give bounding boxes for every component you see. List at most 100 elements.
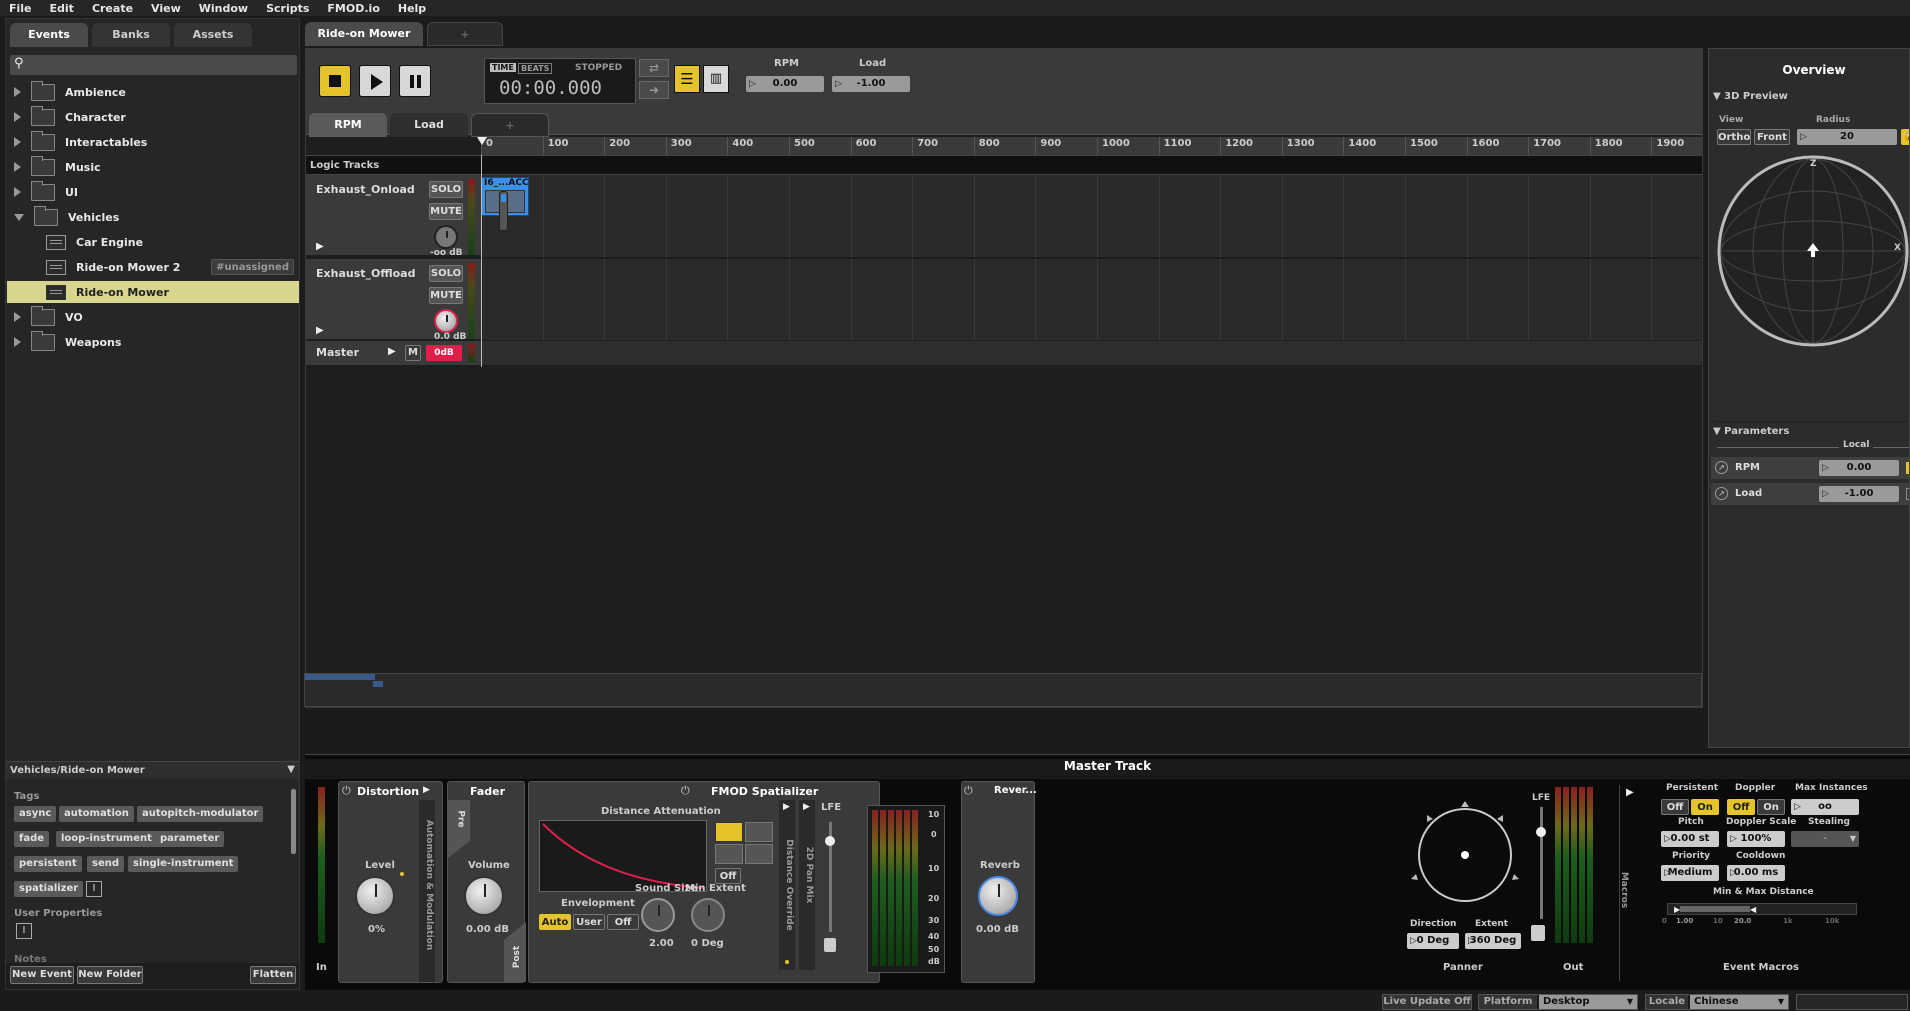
expand-icon[interactable]: [14, 312, 21, 322]
sound-size-knob[interactable]: [641, 898, 675, 932]
max-instances-field[interactable]: oo: [1791, 799, 1859, 815]
list-view-button[interactable]: ☰: [674, 65, 700, 93]
search-input[interactable]: ⚲: [10, 55, 297, 75]
envelopment-user[interactable]: User: [573, 914, 605, 930]
beats-mode-button[interactable]: BEATS: [518, 63, 553, 74]
overview-viewport[interactable]: [305, 674, 375, 680]
tab-add[interactable]: +: [427, 22, 503, 46]
front-button[interactable]: Front: [1754, 129, 1790, 145]
live-update-button[interactable]: Live Update Off: [1382, 994, 1472, 1010]
timeline-ruler[interactable]: 0 100 200 300 400 500 600 700 800 900 1000 1100 1200…: [481, 137, 1702, 155]
mute-button[interactable]: MUTE: [429, 287, 463, 304]
persistent-off[interactable]: Off: [1661, 799, 1689, 815]
parameters-header[interactable]: ▼ Parameters: [1713, 421, 1909, 437]
distance-override-strip[interactable]: ▶ Distance Override: [779, 800, 795, 970]
tag-automation[interactable]: automation: [59, 806, 134, 822]
volume-knob[interactable]: [434, 225, 458, 249]
parameter-cursor-handle[interactable]: [499, 191, 508, 231]
path-dropdown-icon[interactable]: ▼: [287, 764, 295, 775]
expand-icon[interactable]: ▶: [423, 785, 430, 795]
reverb-send-knob[interactable]: [978, 876, 1018, 916]
param-tab-rpm[interactable]: RPM: [309, 113, 387, 137]
menu-help[interactable]: Help: [389, 2, 435, 15]
mute-button[interactable]: MUTE: [429, 203, 463, 220]
tree-folder-character[interactable]: Character: [14, 105, 304, 128]
stealing-dropdown[interactable]: - ▼: [1791, 831, 1859, 847]
panner-dial[interactable]: [1405, 795, 1525, 915]
master-mute-button[interactable]: M: [405, 345, 421, 361]
expand-icon[interactable]: [14, 162, 21, 172]
expand-icon[interactable]: [14, 337, 21, 347]
menu-view[interactable]: View: [142, 2, 190, 15]
tag-fade[interactable]: fade: [14, 831, 50, 847]
param-tab-add[interactable]: +: [471, 113, 549, 137]
menu-file[interactable]: File: [0, 2, 41, 15]
tag-persistent[interactable]: persistent: [14, 856, 82, 872]
tree-folder-music[interactable]: Music: [14, 155, 304, 178]
tag-send[interactable]: send: [87, 856, 125, 872]
param-value-field[interactable]: 0.00: [1819, 460, 1899, 476]
curve-type-button-inverse[interactable]: [715, 844, 743, 864]
play-button[interactable]: [359, 65, 391, 97]
radius-lock-icon[interactable]: 🔒: [1901, 129, 1909, 145]
tag-autopitch[interactable]: autopitch-modulator: [137, 806, 264, 822]
panner-lfe-handle[interactable]: [1536, 827, 1546, 837]
min-distance-handle[interactable]: ▶: [1674, 905, 1680, 914]
macros-expand-icon[interactable]: ▶: [1626, 787, 1634, 798]
volume-knob[interactable]: [434, 309, 458, 333]
envelopment-auto[interactable]: Auto: [539, 914, 571, 930]
tree-folder-weapons[interactable]: Weapons: [14, 330, 304, 353]
attenuation-curve[interactable]: [539, 820, 707, 892]
tree-folder-ambience[interactable]: Ambience: [14, 80, 304, 103]
menu-fmodio[interactable]: FMOD.io: [318, 2, 388, 15]
tab-events[interactable]: Events: [10, 23, 88, 47]
solo-button[interactable]: SOLO: [429, 265, 463, 282]
level-knob[interactable]: [355, 876, 395, 916]
track-expand-icon[interactable]: ▶: [316, 241, 324, 252]
pause-button[interactable]: [399, 65, 431, 97]
tree-folder-ui[interactable]: UI: [14, 180, 304, 203]
master-expand-icon[interactable]: ▶: [388, 346, 396, 357]
attenuation-off-button[interactable]: Off: [715, 868, 741, 884]
tab-banks[interactable]: Banks: [92, 23, 170, 47]
menu-window[interactable]: Window: [190, 2, 257, 15]
tag-loop-instrument[interactable]: loop-instrument: [56, 831, 157, 847]
tree-event-car-engine[interactable]: Car Engine: [46, 231, 296, 253]
param-tab-load[interactable]: Load: [390, 113, 468, 137]
solo-button[interactable]: SOLO: [429, 181, 463, 198]
locale-selector[interactable]: Locale Chinese ▼: [1645, 994, 1789, 1010]
follow-button[interactable]: ➜: [639, 81, 669, 99]
pan-mix-strip[interactable]: ▶ 2D Pan Mix: [799, 800, 815, 970]
track-expand-icon[interactable]: ▶: [316, 325, 324, 336]
tab-assets[interactable]: Assets: [174, 23, 252, 47]
curve-type-button-linear-squared[interactable]: [715, 822, 743, 842]
tree-event-ride-on-mower[interactable]: Ride-on Mower: [7, 281, 299, 303]
add-tag-button[interactable]: I: [86, 881, 102, 897]
tab-ride-on-mower[interactable]: Ride-on Mower: [305, 22, 423, 46]
fader-volume-knob[interactable]: [464, 876, 504, 916]
tag-parameter[interactable]: parameter: [155, 831, 225, 847]
expand-icon[interactable]: [14, 87, 21, 97]
expand-icon[interactable]: ▶: [803, 802, 810, 812]
radius-field[interactable]: 20: [1797, 129, 1897, 145]
lfe-toggle[interactable]: [824, 938, 836, 952]
effect-bypass-icon[interactable]: ⏻: [964, 784, 973, 798]
extent-field[interactable]: 360 Deg: [1465, 933, 1521, 949]
distance-range-slider[interactable]: ▶ ◀: [1667, 903, 1857, 915]
overview-param-load[interactable]: ↗ Load -1.00: [1711, 483, 1909, 505]
max-distance-handle[interactable]: ◀: [1750, 905, 1756, 914]
overview-param-rpm[interactable]: ↗ RPM 0.00: [1711, 457, 1909, 479]
stop-button[interactable]: [319, 65, 351, 97]
timeline-overview-scrollbar[interactable]: [304, 673, 1702, 707]
preview-header[interactable]: ▼ 3D Preview: [1713, 91, 1909, 102]
grid-view-button[interactable]: ▥: [703, 65, 729, 93]
expand-icon[interactable]: [14, 112, 21, 122]
menu-edit[interactable]: Edit: [41, 2, 83, 15]
pitch-field[interactable]: 0.00 st: [1661, 831, 1719, 847]
envelopment-off[interactable]: Off: [607, 914, 639, 930]
tree-event-ride-on-mower-2[interactable]: Ride-on Mower 2 #unassigned: [46, 256, 296, 278]
priority-field[interactable]: Medium: [1661, 865, 1719, 881]
scrollbar[interactable]: [291, 789, 296, 854]
doppler-scale-field[interactable]: 100%: [1727, 831, 1785, 847]
tree-folder-vehicles[interactable]: Vehicles: [14, 205, 304, 228]
